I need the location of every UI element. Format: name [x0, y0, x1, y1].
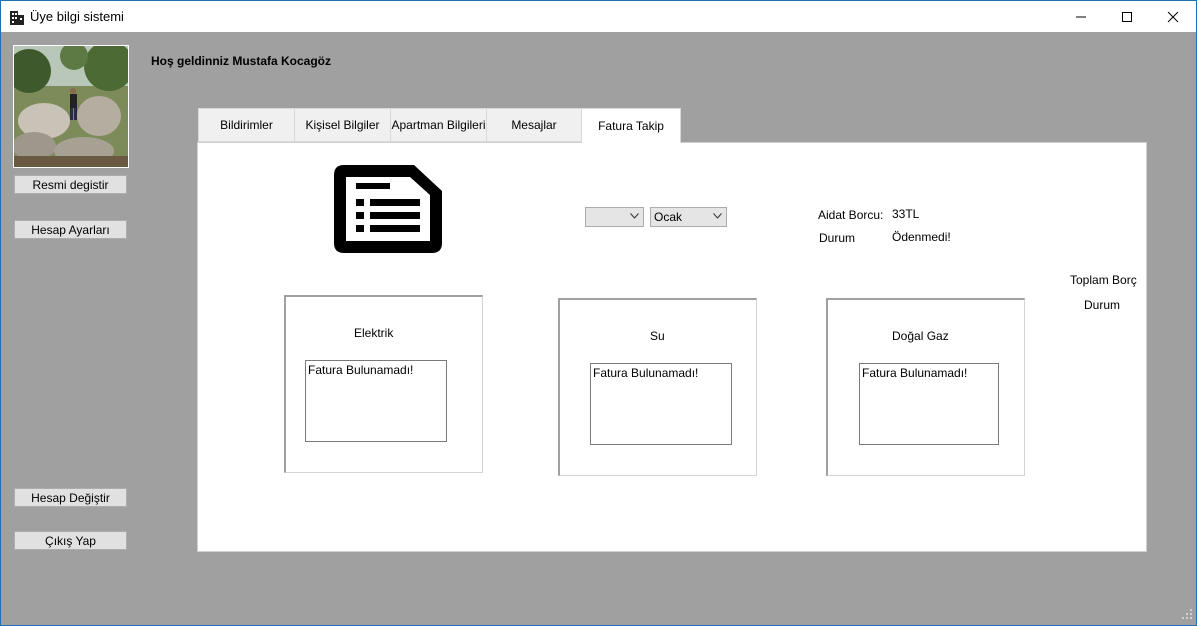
durum-label: Durum	[819, 231, 856, 245]
minimize-icon	[1076, 16, 1086, 17]
maximize-icon	[1122, 11, 1132, 22]
minimize-button[interactable]	[1058, 1, 1104, 32]
title-bar[interactable]: Üye bilgi sistemi	[1, 1, 1196, 32]
chevron-down-icon	[713, 213, 722, 219]
resize-grip-icon[interactable]	[1181, 608, 1193, 620]
tab-mesajlar[interactable]: Mesajlar	[486, 108, 582, 142]
elektrik-title: Elektrik	[354, 326, 394, 340]
profile-photo	[13, 45, 129, 168]
elektrik-group: Elektrik Fatura Bulunamadı!	[284, 295, 483, 473]
elektrik-textbox[interactable]: Fatura Bulunamadı!	[305, 360, 447, 442]
tab-kisisel-bilgiler[interactable]: Kişisel Bilgiler	[294, 108, 391, 142]
switch-account-button[interactable]: Hesap Değiştir	[14, 488, 127, 507]
dogal-gaz-textbox[interactable]: Fatura Bulunamadı!	[859, 363, 999, 445]
account-settings-button[interactable]: Hesap Ayarları	[14, 220, 127, 239]
welcome-text: Hoş geldinniz Mustafa Kocagöz	[151, 54, 332, 68]
close-button[interactable]	[1150, 1, 1196, 32]
su-group: Su Fatura Bulunamadı!	[558, 298, 757, 476]
tab-apartman-bilgileri[interactable]: Apartman Bilgileri	[390, 108, 487, 142]
durum-value: Ödenmedi!	[892, 230, 951, 244]
main-window: Üye bilgi sistemi Resmi degistir Hesap A…	[0, 0, 1197, 626]
logout-button[interactable]: Çıkış Yap	[14, 531, 127, 550]
building-icon	[10, 11, 24, 25]
aidat-label: Aidat Borcu:	[818, 208, 884, 222]
dogal-gaz-title: Doğal Gaz	[892, 329, 949, 343]
maximize-button[interactable]	[1104, 1, 1150, 32]
month-select[interactable]: Ocak	[650, 207, 727, 227]
tab-fatura-takip[interactable]: Fatura Takip	[581, 108, 681, 143]
fatura-takip-panel: Ocak Aidat Borcu: 33TL Durum Ödenmedi! T…	[197, 142, 1147, 552]
year-select[interactable]	[585, 207, 644, 227]
toplam-borc-label: Toplam Borç	[1070, 273, 1137, 287]
window-title: Üye bilgi sistemi	[30, 9, 124, 24]
invoice-document-icon	[334, 165, 442, 253]
tab-bildirimler[interactable]: Bildirimler	[198, 108, 295, 142]
client-area: Resmi degistir Hesap Ayarları Hesap Deği…	[1, 32, 1196, 625]
su-textbox[interactable]: Fatura Bulunamadı!	[590, 363, 732, 445]
dogal-gaz-group: Doğal Gaz Fatura Bulunamadı!	[826, 298, 1025, 476]
chevron-down-icon	[630, 213, 639, 219]
aidat-value: 33TL	[892, 207, 920, 221]
change-photo-button[interactable]: Resmi degistir	[14, 175, 127, 194]
su-title: Su	[650, 329, 665, 343]
toplam-durum-label: Durum	[1084, 298, 1121, 312]
close-icon	[1167, 11, 1179, 22]
